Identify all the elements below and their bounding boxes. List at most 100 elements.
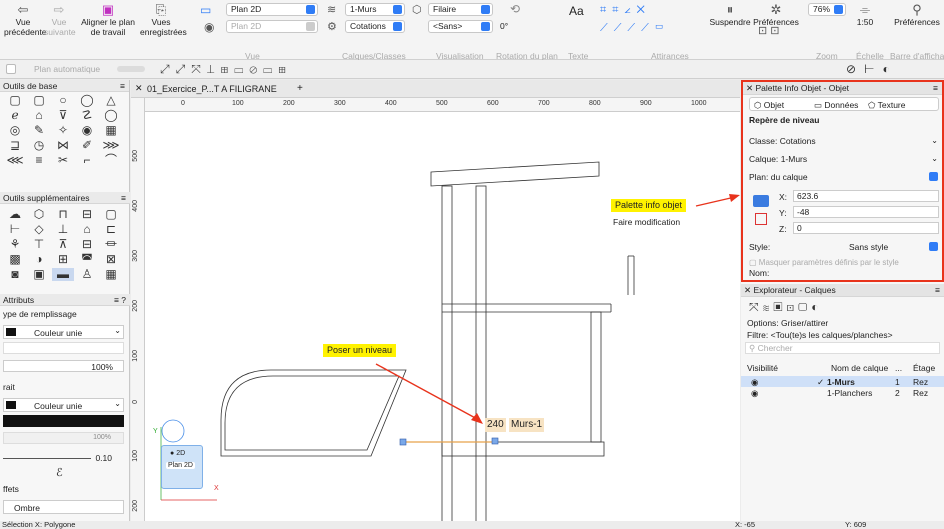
filter-row[interactable]: Filtre: <Tou(te)s les calques/planches>: [747, 330, 893, 340]
tool-roof-icon[interactable]: ⊼: [52, 238, 74, 251]
tool-room-icon[interactable]: ▦: [100, 268, 122, 281]
rotation-value[interactable]: 0°: [500, 21, 508, 31]
text-style-button[interactable]: Aa: [569, 4, 584, 18]
tool-clock-icon[interactable]: ◷: [28, 139, 50, 152]
tool-column-icon[interactable]: ◚: [76, 253, 98, 266]
tool-circle-icon[interactable]: ○: [52, 94, 74, 107]
tool-spiral-icon[interactable]: ◎: [4, 124, 26, 137]
tool-slab-icon[interactable]: ⊟: [76, 238, 98, 251]
col-floor[interactable]: Étage: [913, 363, 935, 373]
snap-icons-row1[interactable]: ⌗⌗∠✕: [600, 4, 651, 17]
tool-bench-icon[interactable]: ⊥: [52, 223, 74, 236]
tool-fence-icon[interactable]: ⊤: [28, 238, 50, 251]
scale-button[interactable]: ⌯ 1:50: [852, 3, 878, 28]
tool-cloud-icon[interactable]: ☁: [4, 208, 26, 221]
tool-lines-icon[interactable]: ⋘: [4, 154, 26, 167]
x-field[interactable]: 623.6: [793, 190, 939, 202]
opacity-field[interactable]: 100%: [3, 360, 124, 372]
view-plan-select[interactable]: Plan 2D: [226, 20, 318, 33]
next-view-button[interactable]: ⇨ Vue suivante: [44, 3, 76, 38]
rect-icon[interactable]: ⊡ ⊡: [758, 24, 780, 37]
tool-figure-icon[interactable]: ♙: [76, 268, 98, 281]
stroke-opacity-field[interactable]: 100%: [3, 432, 124, 444]
plan-2d-badge[interactable]: ● 2D Plan 2D: [161, 445, 203, 489]
suspend-button[interactable]: ⏸ Suspendre: [706, 3, 754, 28]
tool-equal-icon[interactable]: ≡: [28, 154, 50, 167]
tool-corner-icon[interactable]: ⌐: [76, 154, 98, 167]
tool-grid-icon[interactable]: ▦: [100, 124, 122, 137]
tool-frame-icon[interactable]: ▣: [28, 268, 50, 281]
tool-oval-icon[interactable]: ◯: [76, 94, 98, 107]
level-layer-tag[interactable]: Murs-1: [509, 418, 545, 432]
tool-pen-icon[interactable]: ✎: [28, 124, 50, 137]
shadow-row[interactable]: Ombre: [3, 500, 124, 514]
mask-option[interactable]: ▢ Masquer paramètres définis par le styl…: [749, 258, 899, 267]
menu-icon-3[interactable]: ≡: [933, 82, 938, 94]
tool-ground-icon[interactable]: ⏛: [100, 238, 122, 251]
mode-icons[interactable]: ⤢⤢⤧⊥⊞▭⊘▭⊞: [160, 62, 292, 77]
snap-icons-row2[interactable]: ⟋⟋⟋⟋▭: [600, 22, 670, 35]
tool-polyline-icon[interactable]: ⌂: [28, 109, 50, 122]
drawing-canvas[interactable]: [131, 80, 740, 521]
view-select[interactable]: Plan 2D: [226, 3, 318, 16]
tool-house-icon[interactable]: ⌂: [76, 223, 98, 236]
tool-tree-icon[interactable]: ⚘: [4, 238, 26, 251]
prev-view-button[interactable]: ⇦ Vue précédente: [4, 3, 47, 38]
col-dots[interactable]: ...: [895, 363, 902, 373]
tool-curve-icon[interactable]: ℯ: [4, 109, 26, 122]
stroke-color-preview[interactable]: [3, 415, 124, 427]
tab-texture[interactable]: ⬠ Texture: [868, 100, 905, 111]
tool-dim-icon[interactable]: ⊒: [4, 139, 26, 152]
line-style-icon[interactable]: ℰ: [56, 466, 63, 479]
tool-poly-icon[interactable]: ⬡: [28, 208, 50, 221]
drawing-area[interactable]: ✕ 01_Exercice_P...T A FILIGRANE + 0 100 20…: [131, 80, 740, 521]
menu-icon-4[interactable]: ≡: [935, 284, 940, 296]
tool-stairs-icon[interactable]: ⊏: [100, 223, 122, 236]
layer-select[interactable]: 1-Murs: [345, 3, 405, 16]
tool-box-icon[interactable]: ▢: [100, 208, 122, 221]
tool-round-rect-icon[interactable]: ▢: [28, 94, 50, 107]
tool-sun-icon[interactable]: ◑: [28, 253, 50, 266]
style-value[interactable]: Sans style: [849, 242, 888, 252]
render-select[interactable]: Filaire: [428, 3, 493, 16]
menu-icon-2[interactable]: ≡: [121, 192, 126, 204]
preferences2-button[interactable]: ⚲ Préférences: [890, 3, 944, 28]
line-weight-field[interactable]: 0.10: [3, 452, 124, 464]
position-icon[interactable]: [753, 195, 769, 207]
tool-wall-icon[interactable]: ⊟: [76, 208, 98, 221]
tool-scissor-icon[interactable]: ✂: [52, 154, 74, 167]
tool-mirror-icon[interactable]: ⋈: [52, 139, 74, 152]
zoom-select[interactable]: 76%: [808, 3, 846, 16]
menu-icon[interactable]: ≡: [120, 80, 125, 92]
tool-camera-icon[interactable]: ◙: [4, 268, 26, 281]
tool-freehand-icon[interactable]: ☡: [76, 109, 98, 122]
tool-brush-icon[interactable]: ✐: [76, 139, 98, 152]
tab-data[interactable]: ▭ Données: [814, 100, 858, 111]
level-value-tag[interactable]: 240: [485, 418, 506, 432]
stroke-select[interactable]: Couleur unie ⌄: [3, 398, 124, 412]
tool-cube-icon[interactable]: ⊠: [100, 253, 122, 266]
class-select[interactable]: Cotations: [345, 20, 405, 33]
tool-door-icon[interactable]: ⊓: [52, 208, 74, 221]
tool-polygon-icon[interactable]: ⊽: [52, 109, 74, 122]
y-field[interactable]: -48: [793, 206, 939, 218]
layer-row[interactable]: Calque: 1-Murs: [749, 154, 807, 164]
align-plan-button[interactable]: ▣ Aligner le plan de travail: [78, 3, 138, 38]
tool-window-icon[interactable]: ⊞: [52, 253, 74, 266]
layers-toolbar-icons[interactable]: ⤧≋▣⊡▢◐: [749, 300, 823, 315]
tool-grid2-icon[interactable]: ▩: [4, 253, 26, 266]
col-visibility[interactable]: Visibilité: [747, 363, 778, 373]
plan-dropdown-icon[interactable]: [929, 172, 938, 181]
tool-ellipse-icon[interactable]: ◯: [100, 109, 122, 122]
view-icons[interactable]: ⊘⊢◐: [846, 62, 898, 76]
projection-select[interactable]: <Sans>: [428, 20, 493, 33]
fill-select[interactable]: Couleur unie ⌄: [3, 325, 124, 339]
tool-rect-icon[interactable]: ▢: [4, 94, 26, 107]
tool-stair-icon[interactable]: ⌒: [100, 154, 122, 167]
class-row[interactable]: Classe: Cotations: [749, 136, 816, 146]
tool-hatch-icon[interactable]: ⋙: [100, 139, 122, 152]
fill-color-preview[interactable]: [3, 342, 124, 354]
layer-search-input[interactable]: ⚲ Chercher: [745, 342, 940, 354]
help-icon[interactable]: ≡ ?: [114, 294, 126, 306]
tab-object[interactable]: ⬡ Objet: [754, 100, 784, 111]
